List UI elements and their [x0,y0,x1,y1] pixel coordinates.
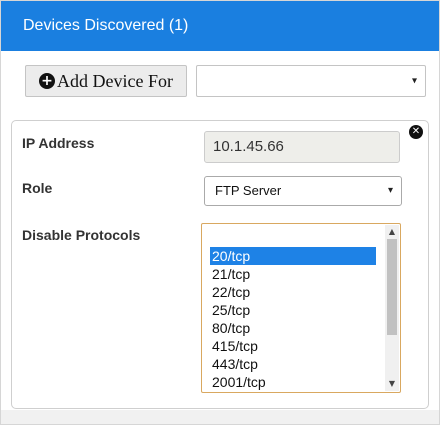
panel-title: Devices Discovered (1) [1,1,439,51]
protocol-option[interactable]: 415/tcp [210,337,376,355]
chevron-down-icon: ▾ [387,185,393,196]
close-icon[interactable]: ✕ [409,125,423,139]
role-label: Role [22,180,53,196]
protocol-option[interactable]: 80/tcp [210,319,376,337]
chevron-down-icon: ▾ [411,75,417,87]
protocol-list: 20/tcp 21/tcp 22/tcp 25/tcp 80/tcp 415/tcp 443… [210,247,376,391]
listbox-scrollbar[interactable]: ▲ ▼ [385,225,399,391]
add-device-button[interactable]: + Add Device For [25,65,187,97]
protocol-option[interactable]: 20/tcp [210,247,376,265]
role-select[interactable]: FTP Server ▾ [204,176,402,206]
panel-footer [1,410,439,424]
plus-circle-icon: + [39,73,55,89]
protocol-option[interactable]: 25/tcp [210,301,376,319]
ip-address-field: 10.1.45.66 [204,131,400,163]
scroll-up-arrow-icon[interactable]: ▲ [385,225,399,239]
device-card: ✕ IP Address 10.1.45.66 Role FTP Server … [11,120,429,409]
devices-discovered-panel: Devices Discovered (1) + Add Device For … [0,0,440,425]
disable-protocols-listbox[interactable]: 20/tcp 21/tcp 22/tcp 25/tcp 80/tcp 415/tcp 443… [201,223,401,393]
disable-protocols-label: Disable Protocols [22,227,141,243]
protocol-option[interactable]: 443/tcp [210,355,376,373]
ip-address-label: IP Address [22,135,95,151]
add-device-row: + Add Device For ▾ [1,51,439,111]
protocol-option[interactable]: 22/tcp [210,283,376,301]
role-value: FTP Server [215,183,282,198]
scroll-thumb[interactable] [387,239,397,335]
add-device-label: Add Device For [57,70,173,91]
scroll-down-arrow-icon[interactable]: ▼ [385,377,399,391]
protocol-option[interactable]: 2001/tcp [210,373,376,391]
device-type-select[interactable]: ▾ [196,65,426,97]
protocol-option[interactable]: 21/tcp [210,265,376,283]
